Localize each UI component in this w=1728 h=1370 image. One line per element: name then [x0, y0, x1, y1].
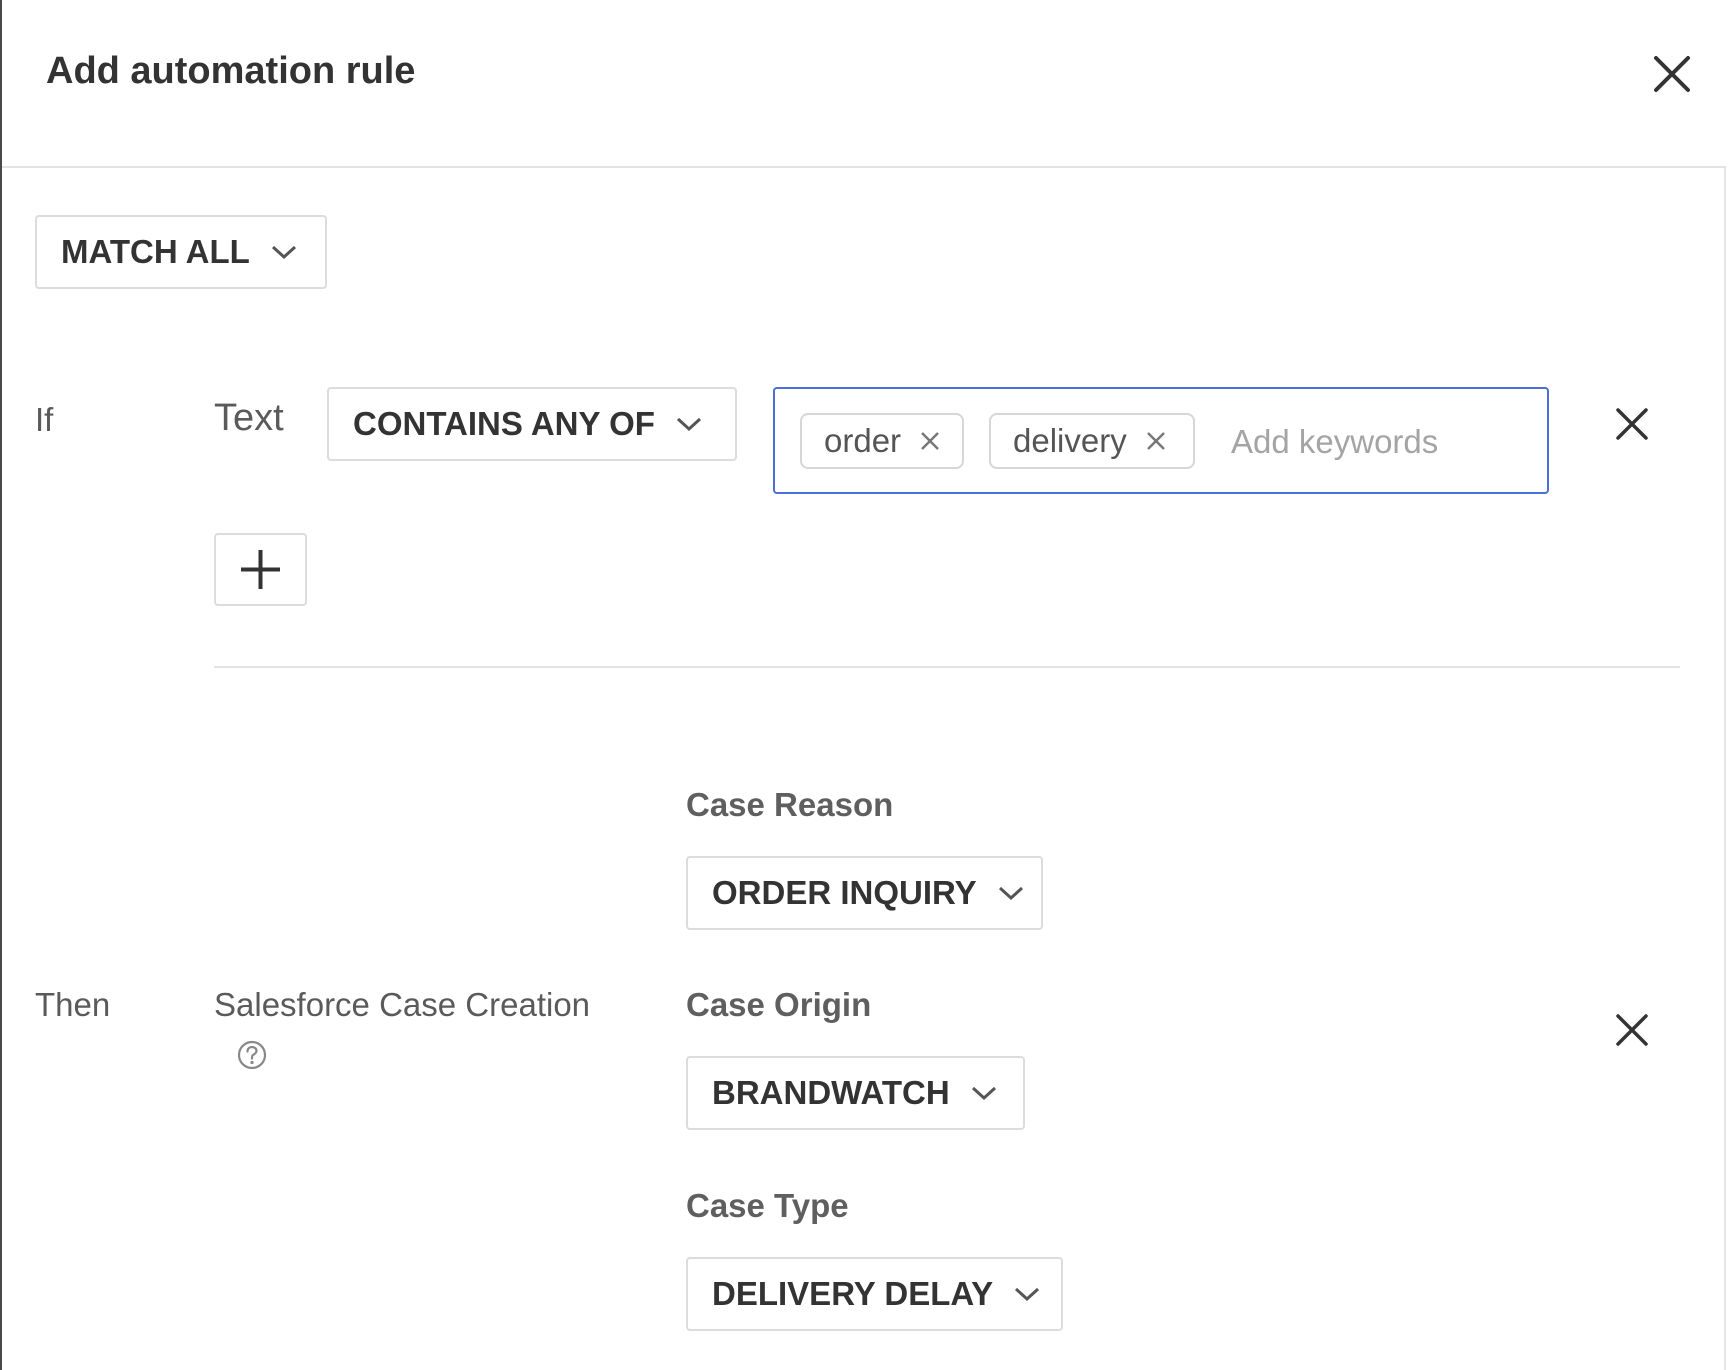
keywords-input-box[interactable]: order delivery — [773, 387, 1549, 494]
keyword-tag: order — [800, 413, 964, 469]
chevron-down-icon — [676, 417, 701, 432]
keyword-tag-label: order — [824, 422, 902, 459]
condition-operator-select[interactable]: CONTAINS ANY OF — [327, 387, 737, 461]
keyword-tag-label: delivery — [1013, 422, 1127, 459]
chevron-down-icon — [971, 1086, 996, 1101]
chevron-down-icon — [1015, 1287, 1040, 1302]
close-icon — [1654, 56, 1690, 92]
case-origin-value: BRANDWATCH — [712, 1074, 950, 1111]
case-reason-select[interactable]: ORDER INQUIRY — [686, 856, 1043, 930]
add-condition-button[interactable] — [214, 533, 307, 606]
dialog-header: Add automation rule — [2, 0, 1726, 168]
case-type-value: DELIVERY DELAY — [712, 1275, 994, 1312]
if-label: If — [35, 401, 54, 438]
automation-rule-dialog: Add automation rule MATCH ALL If Text CO… — [0, 0, 1726, 1370]
keyword-tag: delivery — [989, 413, 1195, 469]
help-icon[interactable] — [236, 1039, 268, 1071]
then-label: Then — [35, 986, 111, 1023]
remove-action-icon[interactable] — [1615, 1013, 1649, 1047]
condition-operator-value: CONTAINS ANY OF — [353, 405, 655, 442]
chevron-down-icon — [998, 886, 1023, 901]
chevron-down-icon — [271, 245, 296, 260]
case-type-label: Case Type — [686, 1187, 849, 1224]
match-mode-value: MATCH ALL — [61, 233, 250, 270]
case-origin-select[interactable]: BRANDWATCH — [686, 1056, 1025, 1130]
section-divider — [214, 666, 1680, 668]
case-reason-value: ORDER INQUIRY — [712, 874, 977, 911]
keyword-input[interactable] — [1231, 417, 1521, 467]
condition-field-label: Text — [214, 397, 284, 439]
case-type-select[interactable]: DELIVERY DELAY — [686, 1257, 1063, 1331]
dialog-title: Add automation rule — [46, 50, 416, 92]
match-mode-select[interactable]: MATCH ALL — [35, 215, 327, 289]
case-origin-label: Case Origin — [686, 986, 872, 1023]
remove-keyword-icon[interactable] — [1145, 430, 1167, 452]
close-dialog-button[interactable] — [1650, 52, 1694, 96]
plus-icon — [241, 550, 280, 589]
dialog-body — [2, 168, 1726, 1370]
remove-condition-icon[interactable] — [1615, 407, 1649, 441]
case-reason-label: Case Reason — [686, 786, 894, 823]
remove-keyword-icon[interactable] — [919, 430, 941, 452]
action-name: Salesforce Case Creation — [214, 986, 591, 1023]
